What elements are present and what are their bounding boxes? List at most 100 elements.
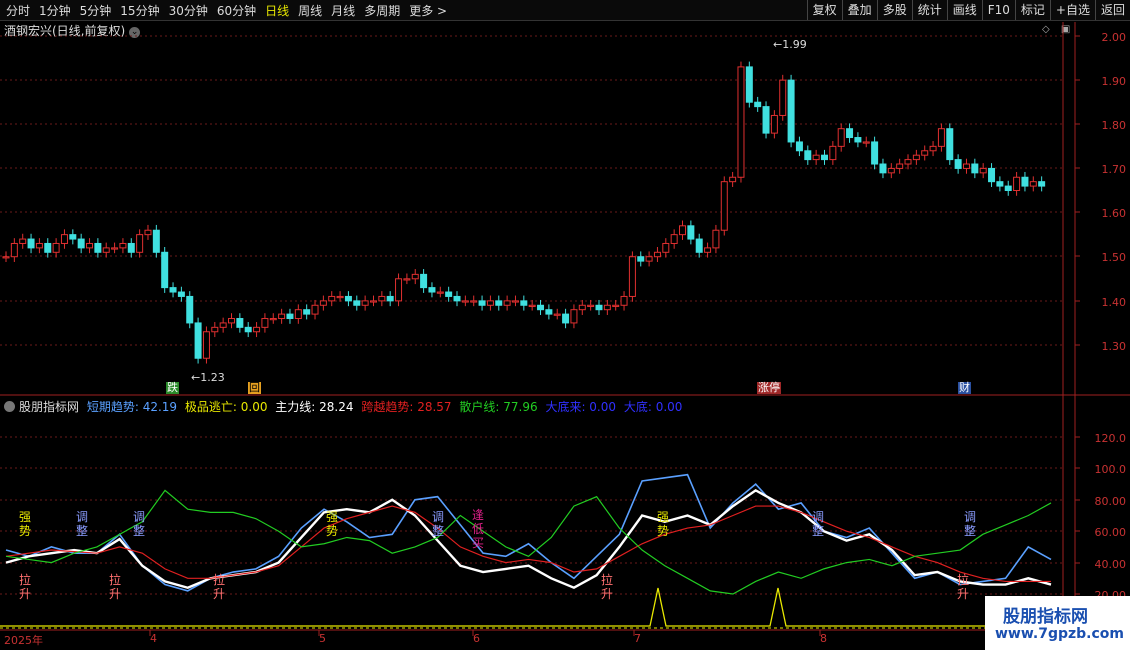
candle-body <box>169 287 177 293</box>
candle-body <box>261 318 269 328</box>
tab-intraday[interactable]: 分时 <box>6 2 30 19</box>
candle-body <box>737 66 745 178</box>
candle-body <box>745 66 753 103</box>
candle-body <box>60 234 68 244</box>
candle-body <box>837 128 845 147</box>
candle-body <box>879 163 887 174</box>
stock-title[interactable]: 酒钢宏兴(日线,前复权) ⌄ <box>4 22 141 39</box>
candle-body <box>854 137 862 143</box>
tab-5min[interactable]: 5分钟 <box>80 2 112 19</box>
candle-body <box>595 304 603 311</box>
chevron-down-icon[interactable]: ⌄ <box>129 27 141 38</box>
bottom-value: 大底: 0.00 <box>623 400 683 414</box>
cross-trend-line <box>5 505 1051 583</box>
candle-body <box>937 128 945 147</box>
event-badge-limit-up[interactable]: 涨停 <box>757 382 781 394</box>
tab-monthly[interactable]: 月线 <box>331 2 355 19</box>
candle-body <box>236 318 244 328</box>
candle-body <box>1004 185 1012 191</box>
candle-body <box>720 181 728 231</box>
candle-body <box>420 273 428 289</box>
tab-multi-period[interactable]: 多周期 <box>364 2 400 19</box>
tab-1min[interactable]: 1分钟 <box>39 2 71 19</box>
gear-icon[interactable] <box>4 401 15 412</box>
signal-label-rise: 拉升 <box>600 573 613 601</box>
diamond-icon[interactable]: ◇ <box>1042 24 1050 35</box>
candle-body <box>378 295 386 302</box>
statistics-button[interactable]: 统计 <box>911 0 947 20</box>
escape-spike-line <box>0 587 1063 627</box>
candle-body <box>695 238 703 253</box>
window-icon[interactable]: ▣ <box>1061 24 1070 35</box>
draw-line-button[interactable]: 画线 <box>946 0 982 20</box>
tab-60min[interactable]: 60分钟 <box>217 2 256 19</box>
candle-body <box>946 128 954 161</box>
candle-body <box>979 167 987 174</box>
add-watchlist-button[interactable]: +自选 <box>1049 0 1095 20</box>
candle-body <box>503 300 511 306</box>
back-button[interactable]: 返回 <box>1094 0 1130 20</box>
signal-label-adjust: 调整 <box>132 510 145 538</box>
candle-body <box>286 313 294 320</box>
candle-body <box>278 313 286 320</box>
candle-body <box>770 114 778 134</box>
candle-body <box>670 234 678 244</box>
main-line-value: 主力线: 28.24 <box>275 400 354 414</box>
candle-body <box>846 128 854 139</box>
multi-stock-button[interactable]: 多股 <box>876 0 912 20</box>
f10-button[interactable]: F10 <box>981 0 1015 20</box>
candle-body <box>319 300 327 306</box>
candle-body <box>679 225 687 236</box>
candle-body <box>10 242 18 258</box>
candle-body <box>86 242 94 249</box>
tab-30min[interactable]: 30分钟 <box>169 2 208 19</box>
candle-body <box>94 242 102 253</box>
candle-body <box>253 326 261 333</box>
candle-body <box>328 295 336 302</box>
candle-body <box>787 79 795 143</box>
tab-more[interactable]: 更多 > <box>409 2 447 19</box>
tab-15min[interactable]: 15分钟 <box>120 2 159 19</box>
candle-body <box>578 304 586 311</box>
indicator-name[interactable]: 股朋指标网 <box>19 400 79 414</box>
bottom-coming-value: 大底来: 0.00 <box>545 400 617 414</box>
candle-body <box>1013 176 1021 191</box>
price-axis-label: 1.70 <box>1101 163 1127 176</box>
mark-button[interactable]: 标记 <box>1014 0 1050 20</box>
candle-body <box>27 238 35 249</box>
candle-body <box>587 304 595 307</box>
period-tabs: 分时 1分钟 5分钟 15分钟 30分钟 60分钟 日线 周线 月线 多周期 更… <box>6 2 447 19</box>
event-badge-drop[interactable]: 跌 <box>166 382 179 394</box>
event-badge-rebound[interactable]: 回 <box>248 382 261 394</box>
candle-body <box>537 304 545 311</box>
price-axis-label: 1.60 <box>1101 207 1127 220</box>
candle-body <box>436 291 444 294</box>
candle-body <box>628 256 636 297</box>
overlay-button[interactable]: 叠加 <box>841 0 877 20</box>
candle-body <box>478 300 486 306</box>
event-badge-finance[interactable]: 财 <box>958 382 971 394</box>
candle-body <box>395 278 403 302</box>
indicator-axis-label: 60.00 <box>1094 526 1127 539</box>
candle-body <box>553 313 561 316</box>
cross-trend-value: 跨越趋势: 28.57 <box>361 400 452 414</box>
price-chart[interactable] <box>0 0 1130 650</box>
main-line <box>5 488 1052 590</box>
retail-line <box>5 489 1052 595</box>
candle-body <box>294 309 302 320</box>
candle-body <box>570 309 578 324</box>
candle-body <box>996 181 1004 187</box>
candle-body <box>311 304 319 315</box>
candle-body <box>929 145 937 152</box>
candle-body <box>44 242 52 253</box>
adjust-button[interactable]: 复权 <box>806 0 842 20</box>
candle-body <box>896 163 904 169</box>
candle-body <box>871 141 879 165</box>
candle-body <box>453 295 461 302</box>
candle-body <box>161 251 169 289</box>
tab-daily[interactable]: 日线 <box>265 2 289 19</box>
candle-body <box>754 101 762 108</box>
tab-weekly[interactable]: 周线 <box>298 2 322 19</box>
candle-body <box>862 141 870 144</box>
candle-body <box>520 300 528 306</box>
